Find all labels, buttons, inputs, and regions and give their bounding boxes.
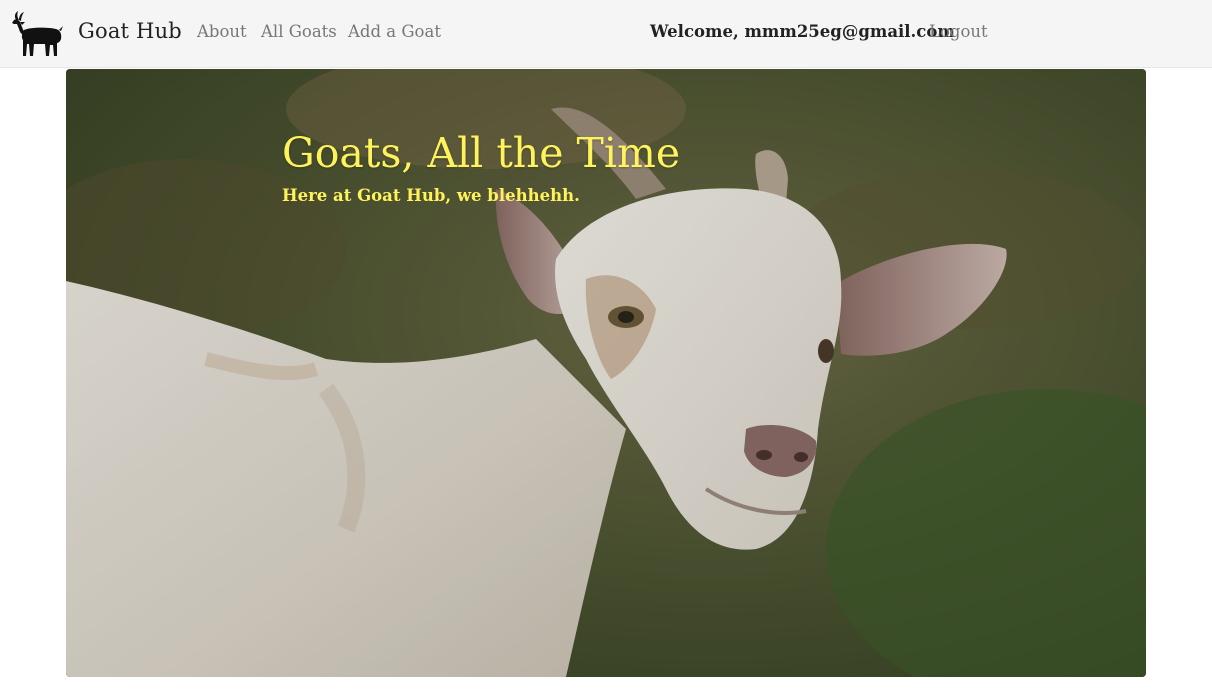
goat-silhouette-icon[interactable] (10, 10, 64, 58)
nav-link-all-goats[interactable]: All Goats (261, 22, 337, 41)
nav-link-about[interactable]: About (197, 22, 247, 41)
hero-banner: Goats, All the Time Here at Goat Hub, we… (66, 69, 1146, 677)
nav-link-add-goat[interactable]: Add a Goat (348, 22, 441, 41)
brand-name[interactable]: Goat Hub (78, 19, 182, 43)
logout-link[interactable]: Logout (929, 22, 988, 41)
hero-subtitle: Here at Goat Hub, we blehhehh. (282, 186, 580, 205)
top-navbar: Goat Hub About All Goats Add a Goat Welc… (0, 0, 1212, 68)
hero-title: Goats, All the Time (282, 129, 681, 177)
welcome-message: Welcome, mmm25eg@gmail.com (650, 22, 955, 41)
